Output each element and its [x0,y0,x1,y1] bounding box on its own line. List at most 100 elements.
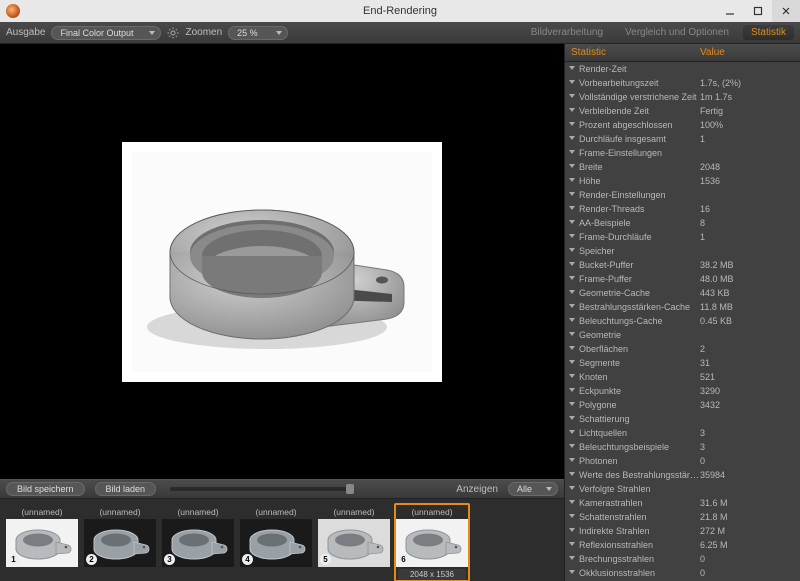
stats-key: Frame-Durchläufe [565,232,700,242]
stats-group-header[interactable]: Render-Einstellungen [565,188,800,202]
stats-key: Verbleibende Zeit [565,106,700,116]
stats-key: Höhe [565,176,700,186]
stats-value: 3 [700,442,705,452]
stats-key: Lichtquellen [565,428,700,438]
stats-panel: Statistic Value Render-ZeitVorbearbeitun… [565,44,800,581]
stats-row: Werte des Bestrahlungsstärke ...35984 [565,468,800,482]
stats-row: Bestrahlungsstärken-Cache11.8 MB [565,300,800,314]
stats-row: Vorbearbeitungszeit1.7s, (2%) [565,76,800,90]
stats-key: Breite [565,162,700,172]
stats-value: 1m 1.7s [700,92,732,102]
thumbnail[interactable]: (unnamed) 4 [238,503,314,571]
thumbnail-number-badge: 5 [320,554,331,565]
stats-value: 38.2 MB [700,260,734,270]
tab-image-processing[interactable]: Bildverarbeitung [523,25,611,40]
zoom-combo-value: 25 % [237,28,258,38]
stats-key: Beleuchtungs-Cache [565,316,700,326]
thumbnail[interactable]: (unnamed) 1 [4,503,80,571]
stats-row: Verbleibende ZeitFertig [565,104,800,118]
stats-value: 48.0 MB [700,274,734,284]
output-label: Ausgabe [6,27,45,38]
thumbnail[interactable]: (unnamed) 6 2048 x 1536 [394,503,470,581]
thumbnail-number-badge: 3 [164,554,175,565]
thumbnail-image: 1 [6,519,78,567]
stats-row: Prozent abgeschlossen100% [565,118,800,132]
stats-group-header[interactable]: Verfolgte Strahlen [565,482,800,496]
stats-value: 443 KB [700,288,730,298]
stats-header-statistic: Statistic [565,47,700,58]
stats-value: 21.8 M [700,512,728,522]
stats-key: Kamerastrahlen [565,498,700,508]
thumbnail[interactable]: (unnamed) 3 [160,503,236,571]
stats-key: Geometrie-Cache [565,288,700,298]
show-combo[interactable]: Alle [508,482,558,496]
stats-key: Eckpunkte [565,386,700,396]
stats-row: Breite2048 [565,160,800,174]
stats-row: Reflexionsstrahlen6.25 M [565,538,800,552]
stats-value: 2 [700,344,705,354]
load-image-button[interactable]: Bild laden [95,482,157,496]
stats-value: 3290 [700,386,720,396]
stats-key: Vorbearbeitungszeit [565,78,700,88]
render-image [122,142,442,382]
stats-value: 100% [700,120,723,130]
stats-value: 3432 [700,400,720,410]
stats-group-header[interactable]: Geometrie [565,328,800,342]
stats-value: Fertig [700,106,723,116]
stats-value: 31.6 M [700,498,728,508]
stats-header: Statistic Value [565,44,800,62]
stats-key: Polygone [565,400,700,410]
render-viewport[interactable] [0,44,564,479]
stats-key: Frame-Puffer [565,274,700,284]
stats-row: Okklusionsstrahlen0 [565,566,800,580]
stats-row: Knoten521 [565,370,800,384]
stats-row: Beleuchtungs-Cache0.45 KB [565,314,800,328]
stats-value: 35984 [700,470,725,480]
thumbnail-image: 6 [396,519,468,567]
stats-body[interactable]: Render-ZeitVorbearbeitungszeit1.7s, (2%)… [565,62,800,581]
gear-icon[interactable] [167,27,179,39]
stats-row: Frame-Durchläufe1 [565,230,800,244]
stats-value: 1 [700,134,705,144]
save-image-button[interactable]: Bild speichern [6,482,85,496]
stats-row: Segmente31 [565,356,800,370]
thumbnail-strip: (unnamed) 1 (unnamed) 2 (unnamed) [0,499,564,581]
stats-row: Indirekte Strahlen272 M [565,524,800,538]
zoom-label: Zoomen [185,27,222,38]
stats-row: Photonen0 [565,454,800,468]
stats-row: Frame-Puffer48.0 MB [565,272,800,286]
minimize-button[interactable] [716,0,744,22]
stats-row: Schattenstrahlen21.8 M [565,510,800,524]
stats-group-header[interactable]: Frame-Einstellungen [565,146,800,160]
title-bar: End-Rendering [0,0,800,22]
stats-row: Höhe1536 [565,174,800,188]
maximize-button[interactable] [744,0,772,22]
tab-statistics[interactable]: Statistik [743,25,794,40]
stats-value: 16 [700,204,710,214]
stats-group: GeometrieOberflächen2Segmente31Knoten521… [565,328,800,412]
thumbnail[interactable]: (unnamed) 2 [82,503,158,571]
stats-row: Geometrie-Cache443 KB [565,286,800,300]
thumbnail-toolbar: Bild speichern Bild laden Anzeigen Alle [0,479,564,499]
stats-row: Durchläufe insgesamt1 [565,132,800,146]
stats-key: Render-Threads [565,204,700,214]
thumbnail[interactable]: (unnamed) 5 [316,503,392,571]
thumb-size-slider[interactable] [170,487,350,491]
output-combo[interactable]: Final Color Output [51,26,161,40]
output-combo-value: Final Color Output [60,28,133,38]
tab-compare-options[interactable]: Vergleich und Optionen [617,25,737,40]
zoom-combo[interactable]: 25 % [228,26,288,40]
close-button[interactable] [772,0,800,22]
stats-row: Render-Threads16 [565,202,800,216]
stats-key: Segmente [565,358,700,368]
stats-key: Reflexionsstrahlen [565,540,700,550]
stats-value: 1.7s, (2%) [700,78,741,88]
stats-value: 0 [700,568,705,578]
thumbnail-title: (unnamed) [333,507,374,517]
slider-thumb[interactable] [346,484,354,494]
stats-value: 1536 [700,176,720,186]
stats-group-header[interactable]: Render-Zeit [565,62,800,76]
stats-group-header[interactable]: Schattierung [565,412,800,426]
stats-group-header[interactable]: Speicher [565,244,800,258]
stats-row: Polygone3432 [565,398,800,412]
